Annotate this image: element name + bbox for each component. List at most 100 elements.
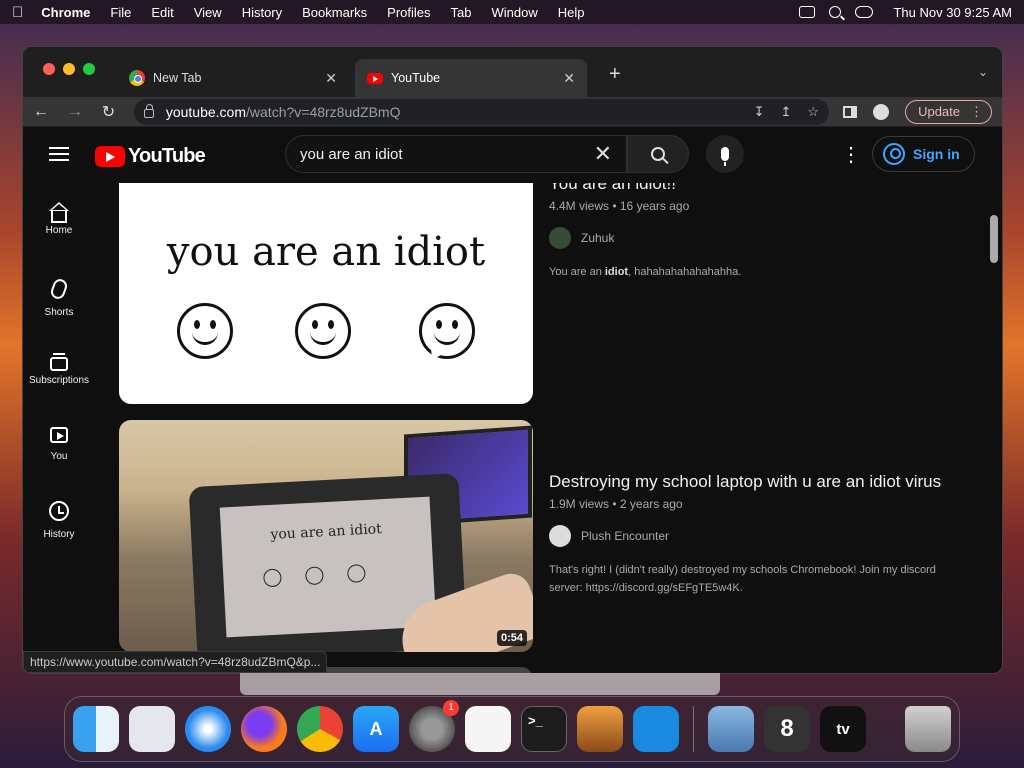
launchpad-icon[interactable]	[129, 706, 175, 752]
account-circle-icon	[883, 143, 905, 165]
video-info: You are an idiot!! 4.4M views • 16 years…	[549, 183, 949, 281]
shorts-icon	[49, 277, 69, 301]
profile-avatar-icon[interactable]	[873, 103, 890, 120]
address-bar[interactable]: youtube.com /watch?v=48rz8udZBmQ ↧ ↥ ☆	[133, 98, 830, 125]
chrome-icon[interactable]	[297, 706, 343, 752]
menu-window[interactable]: Window	[492, 5, 538, 20]
menu-tab[interactable]: Tab	[451, 5, 472, 20]
video-title[interactable]: Destroying my school laptop with u are a…	[549, 469, 949, 495]
firefox-icon[interactable]	[241, 706, 287, 752]
bookmark-star-icon[interactable]: ☆	[807, 104, 819, 120]
menu-edit[interactable]: Edit	[151, 5, 173, 20]
tab-search-chevron-icon[interactable]: ⌄	[978, 65, 988, 79]
link-status-bubble: https://www.youtube.com/watch?v=48rz8udZ…	[23, 651, 328, 673]
vscode-icon[interactable]	[633, 706, 679, 752]
sidebar-item-history[interactable]: History	[23, 501, 95, 540]
chrome-favicon-icon	[129, 70, 145, 86]
site-info-lock-icon[interactable]	[143, 104, 154, 118]
system-settings-icon[interactable]: 1	[409, 700, 459, 752]
spotlight-search-icon[interactable]	[829, 6, 842, 18]
trash-icon[interactable]	[905, 706, 951, 752]
minimize-window-button[interactable]	[63, 63, 75, 75]
video-description: You are an idiot, hahahahahahahahha.	[549, 263, 949, 281]
page-scrollbar[interactable]	[990, 215, 998, 263]
back-button[interactable]: ←	[33, 103, 49, 121]
search-button[interactable]	[627, 135, 689, 173]
safari-icon[interactable]	[185, 706, 231, 752]
menu-history[interactable]: History	[242, 5, 282, 20]
video-thumbnail[interactable]: you are an idiot 0:54	[119, 420, 533, 652]
menu-profiles[interactable]: Profiles	[387, 5, 430, 20]
menu-app-chrome[interactable]: Chrome	[41, 5, 90, 20]
smiley-face-icon	[263, 568, 282, 588]
youtube-play-logo-icon	[95, 146, 125, 167]
share-icon[interactable]: ↥	[781, 104, 792, 120]
forward-button[interactable]: →	[67, 103, 83, 121]
chrome-window: New Tab ✕ YouTube ✕ + ⌄ ← → ↻ youtube.co…	[22, 46, 1003, 674]
sidebar-item-subscriptions[interactable]: Subscriptions	[23, 353, 95, 386]
reload-button[interactable]: ↻	[101, 102, 116, 122]
install-app-icon[interactable]: ↧	[754, 104, 765, 120]
terminal-glyph: >_	[528, 713, 543, 728]
channel-link[interactable]: Zuhuk	[549, 227, 949, 249]
description-text: , hahahahahahahahha.	[628, 266, 742, 278]
voice-search-button[interactable]	[706, 135, 744, 173]
youtube-favicon-icon	[367, 72, 383, 84]
sign-in-button[interactable]: Sign in	[872, 136, 975, 172]
menu-view[interactable]: View	[194, 5, 222, 20]
settings-kebab-icon[interactable]: ⋮	[841, 145, 861, 165]
thumbnail-caption: you are an idiot	[166, 229, 486, 275]
smiley-face-icon	[177, 303, 233, 359]
apple-menu-icon[interactable]: 	[12, 4, 23, 21]
video-thumbnail[interactable]: you are an idiot	[119, 183, 533, 404]
app-store-icon[interactable]: A	[353, 706, 399, 752]
new-tab-button[interactable]: +	[609, 63, 621, 86]
close-window-button[interactable]	[43, 63, 55, 75]
update-button[interactable]: Update ⋮	[905, 99, 992, 124]
tab-new-tab[interactable]: New Tab ✕	[117, 59, 349, 97]
video-description: That's right! I (didn't really) destroye…	[549, 564, 936, 594]
notification-badge: 1	[443, 700, 459, 716]
channel-link[interactable]: Plush Encounter	[549, 525, 949, 547]
chrome-menu-kebab-icon[interactable]: ⋮	[970, 104, 983, 120]
garageband-icon[interactable]	[577, 706, 623, 752]
textedit-icon[interactable]	[465, 706, 511, 752]
close-tab-icon[interactable]: ✕	[563, 70, 575, 87]
finder-icon[interactable]	[73, 706, 119, 752]
youtube-logo[interactable]: YouTube	[95, 145, 206, 168]
description-text: You are an	[549, 266, 605, 278]
menu-file[interactable]: File	[110, 5, 131, 20]
menu-bookmarks[interactable]: Bookmarks	[302, 5, 367, 20]
fullscreen-window-button[interactable]	[83, 63, 95, 75]
video-duration-badge: 0:54	[496, 630, 527, 646]
smiley-face-icon	[346, 564, 366, 583]
search-input[interactable]: you are an idiot ✕	[285, 135, 627, 173]
tab-youtube[interactable]: YouTube ✕	[355, 59, 587, 97]
window-shadow	[240, 673, 720, 695]
video-meta: 1.9M views • 2 years ago	[549, 497, 683, 511]
browser-toolbar: ← → ↻ youtube.com /watch?v=48rz8udZBmQ ↧…	[23, 97, 1002, 127]
menu-help[interactable]: Help	[558, 5, 585, 20]
preview-icon[interactable]	[708, 706, 754, 752]
sidebar-item-home[interactable]: Home	[23, 202, 95, 236]
subscriptions-icon	[50, 353, 68, 371]
apple-tv-icon[interactable]: tv	[820, 706, 866, 752]
dock-separator	[693, 706, 694, 752]
clear-search-icon[interactable]: ✕	[594, 141, 612, 167]
hamburger-menu-icon[interactable]	[49, 147, 69, 161]
channel-avatar	[549, 227, 571, 249]
video-title[interactable]: You are an idiot!!	[549, 183, 949, 197]
sidebar-item-you[interactable]: You	[23, 427, 95, 462]
menubar-clock[interactable]: Thu Nov 30 9:25 AM	[893, 5, 1012, 20]
close-tab-icon[interactable]: ✕	[325, 70, 337, 87]
sign-in-label: Sign in	[913, 146, 960, 162]
screen-mirroring-icon[interactable]	[799, 6, 816, 18]
control-center-icon[interactable]	[855, 6, 874, 18]
sidebar-item-shorts[interactable]: Shorts	[23, 277, 95, 318]
you-library-icon	[50, 427, 68, 443]
macos-dock: A 1 >_ 8 tv	[64, 696, 960, 762]
terminal-icon[interactable]: >_	[521, 706, 567, 752]
app-8-icon[interactable]: 8	[764, 706, 810, 752]
video-info: Destroying my school laptop with u are a…	[549, 469, 949, 597]
side-panel-icon[interactable]	[843, 105, 858, 118]
